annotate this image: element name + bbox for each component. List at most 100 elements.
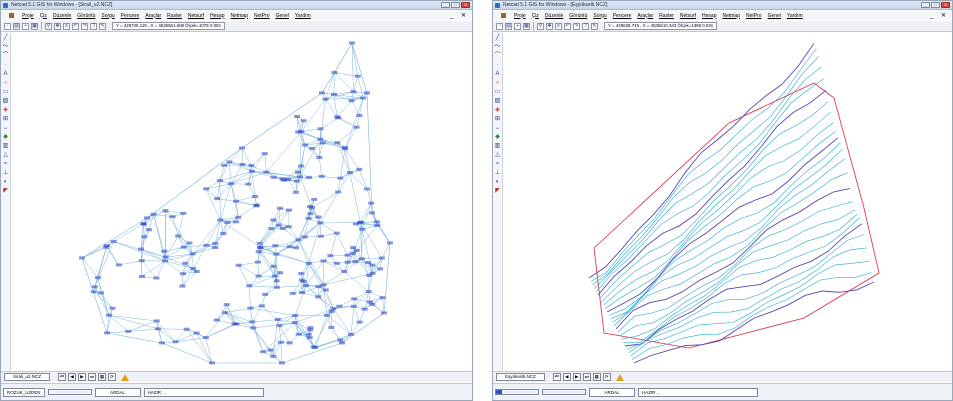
print-icon[interactable]: ▦ — [523, 22, 530, 30]
menu-sorgu[interactable]: Sorgu — [593, 13, 606, 19]
text-icon[interactable]: A — [494, 71, 501, 78]
pen-icon[interactable]: ✎ — [99, 22, 106, 30]
menu-hesap[interactable]: Hesap — [702, 13, 716, 19]
zoom-icon[interactable]: ⚲ — [537, 22, 544, 30]
menu-genel[interactable]: Genel — [276, 13, 289, 19]
menu-hesap[interactable]: Hesap — [210, 13, 224, 19]
hatch-icon[interactable]: ▨ — [494, 98, 501, 105]
menu-yardim[interactable]: Yardım — [787, 13, 803, 19]
rectangle-icon[interactable]: ▭ — [2, 89, 9, 96]
menu-raster[interactable]: Raster — [659, 13, 674, 19]
drawing-canvas-contours[interactable] — [504, 33, 952, 370]
menu-netpro[interactable]: NetPro — [746, 13, 762, 19]
maximize-button[interactable]: □ — [931, 2, 940, 8]
document-icon[interactable] — [9, 13, 14, 18]
fill-icon[interactable]: ◐ — [494, 179, 501, 186]
menu-netsurf[interactable]: Netsurf — [188, 13, 204, 19]
measure-icon[interactable]: ⊞ — [494, 116, 501, 123]
zoom-icon[interactable]: ⚲ — [45, 22, 52, 30]
symbol-icon[interactable]: ◈ — [2, 107, 9, 114]
pan-icon[interactable]: ✥ — [54, 22, 61, 30]
save-icon[interactable]: ▪ — [514, 22, 521, 30]
redo-icon[interactable]: ↷ — [81, 22, 88, 30]
menu-netsurf[interactable]: Netsurf — [680, 13, 696, 19]
menu-genel[interactable]: Genel — [768, 13, 781, 19]
pan-icon[interactable]: ✥ — [546, 22, 553, 30]
pen-icon[interactable]: ✎ — [591, 22, 598, 30]
redo-icon[interactable]: ↷ — [573, 22, 580, 30]
menu-duzenle[interactable]: Düzenle — [53, 13, 71, 19]
minimize-button[interactable]: _ — [921, 2, 930, 8]
polyline-icon[interactable]: 〜 — [2, 44, 9, 51]
warning-icon[interactable] — [615, 373, 624, 381]
grid-icon[interactable]: ▥ — [2, 143, 9, 150]
circle-icon[interactable]: ○ — [494, 80, 501, 87]
help-icon[interactable]: ? — [90, 22, 97, 30]
open-folder-icon[interactable]: ▤ — [505, 22, 512, 30]
layer-icon[interactable]: ◤ — [494, 188, 501, 195]
maximize-button[interactable]: □ — [451, 2, 460, 8]
layers-icon[interactable]: ≡ — [63, 22, 70, 30]
menu-pencere[interactable]: Pencere — [121, 13, 140, 19]
snap-icon[interactable]: ◆ — [494, 134, 501, 141]
undo-icon[interactable]: ↶ — [72, 22, 79, 30]
menu-proje[interactable]: Proje — [514, 13, 526, 19]
close-button[interactable]: ✕ — [941, 2, 950, 8]
print-icon[interactable]: ▦ — [31, 22, 38, 30]
section-icon[interactable]: ⊥ — [2, 170, 9, 177]
layer-icon[interactable]: ◤ — [2, 188, 9, 195]
menu-ciz[interactable]: Çiz — [532, 13, 539, 19]
hatch-icon[interactable]: ▨ — [2, 98, 9, 105]
tin-icon[interactable]: △ — [2, 152, 9, 159]
next-icon[interactable]: ▶ — [78, 373, 87, 381]
fill-icon[interactable]: ◐ — [2, 179, 9, 186]
new-file-icon[interactable]: ▫ — [4, 22, 11, 30]
refresh-icon[interactable]: ⟳ — [602, 373, 611, 381]
open-folder-icon[interactable]: ▤ — [13, 22, 20, 30]
menu-araclar[interactable]: Araçlar — [145, 13, 161, 19]
measure-icon[interactable]: ⊞ — [2, 116, 9, 123]
menu-yardim[interactable]: Yardım — [295, 13, 311, 19]
menu-netmap[interactable]: Netmap — [230, 13, 248, 19]
menu-duzenle[interactable]: Düzenle — [545, 13, 563, 19]
arc-icon[interactable]: ⌒ — [494, 53, 501, 60]
first-icon[interactable]: ⏮ — [58, 373, 67, 381]
menu-netpro[interactable]: NetPro — [254, 13, 270, 19]
menu-goruntu[interactable]: Görüntü — [77, 13, 95, 19]
refresh-icon[interactable]: ⟳ — [108, 373, 117, 381]
line-icon[interactable]: ╱ — [494, 35, 501, 42]
warning-icon[interactable] — [121, 373, 130, 381]
prev-icon[interactable]: ◀ — [68, 373, 77, 381]
polyline-icon[interactable]: 〜 — [494, 44, 501, 51]
symbol-icon[interactable]: ◈ — [494, 107, 501, 114]
contour-icon[interactable]: ≈ — [2, 161, 9, 168]
grid-view-icon[interactable]: ▦ — [98, 373, 107, 381]
section-icon[interactable]: ⊥ — [494, 170, 501, 177]
arc-icon[interactable]: ⌒ — [2, 53, 9, 60]
close-button[interactable]: ✕ — [461, 2, 470, 8]
dimension-icon[interactable]: ↔ — [2, 125, 9, 132]
document-icon[interactable] — [501, 13, 506, 18]
tin-icon[interactable]: △ — [494, 152, 501, 159]
prev-icon[interactable]: ◀ — [562, 373, 571, 381]
document-tab[interactable]: Eşyükselti.NCZ — [496, 373, 545, 381]
grid-view-icon[interactable]: ▦ — [592, 373, 601, 381]
menu-araclar[interactable]: Araçlar — [637, 13, 653, 19]
next-icon[interactable]: ▶ — [572, 373, 581, 381]
menu-proje[interactable]: Proje — [22, 13, 34, 19]
point-icon[interactable]: · — [494, 62, 501, 69]
menu-raster[interactable]: Raster — [167, 13, 182, 19]
dimension-icon[interactable]: ↔ — [494, 125, 501, 132]
mdi-controls[interactable]: _ ✕ — [450, 12, 469, 19]
menu-sorgu[interactable]: Sorgu — [101, 13, 114, 19]
menu-pencere[interactable]: Pencere — [613, 13, 632, 19]
text-icon[interactable]: A — [2, 71, 9, 78]
rectangle-icon[interactable]: ▭ — [494, 89, 501, 96]
menu-goruntu[interactable]: Görüntü — [569, 13, 587, 19]
menu-netmap[interactable]: Netmap — [722, 13, 740, 19]
point-icon[interactable]: · — [2, 62, 9, 69]
circle-icon[interactable]: ○ — [2, 80, 9, 87]
menu-ciz[interactable]: Çiz — [40, 13, 47, 19]
first-icon[interactable]: ⏮ — [552, 373, 561, 381]
help-icon[interactable]: ? — [582, 22, 589, 30]
